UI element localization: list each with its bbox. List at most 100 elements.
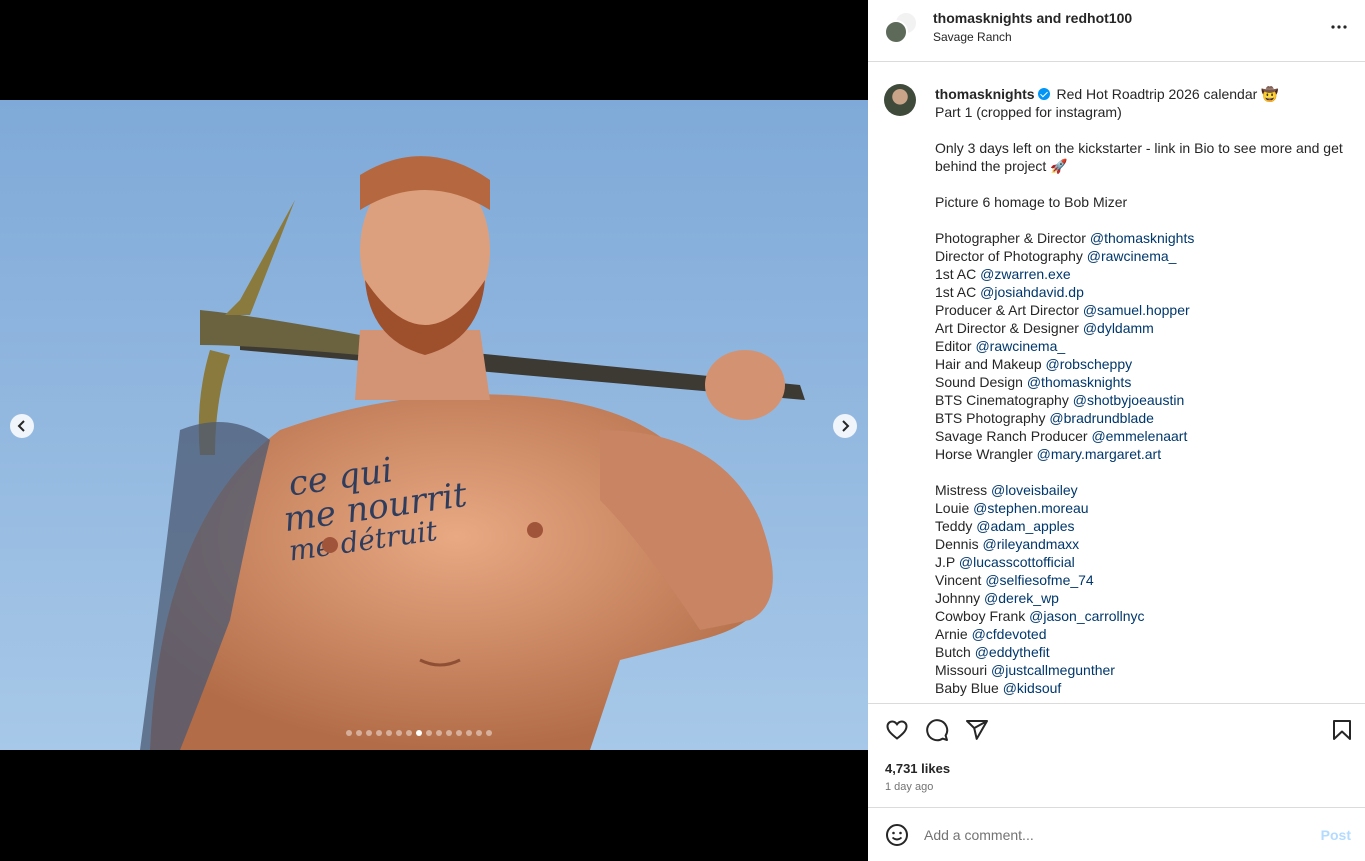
mention-link[interactable]: @mary.margaret.art [1037,446,1161,462]
caption-line [935,121,1353,139]
credit-line: Dennis @rileyandmaxx [935,535,1353,553]
credit-line: Editor @rawcinema_ [935,337,1353,355]
post-photo[interactable]: ce qui me nourrit me détruit [0,100,868,750]
credit-line: Producer & Art Director @samuel.hopper [935,301,1353,319]
credit-role: BTS Photography [935,410,1046,426]
credit-role: Editor [935,338,972,354]
mention-link[interactable]: @samuel.hopper [1083,302,1190,318]
emoji-icon[interactable] [885,823,909,847]
mention-link[interactable]: @loveisbailey [991,482,1078,498]
credit-line: BTS Cinematography @shotbyjoeaustin [935,391,1353,409]
credit-line: Sound Design @thomasknights [935,373,1353,391]
chevron-left-icon [17,420,25,432]
mention-link[interactable]: @shotbyjoeaustin [1073,392,1185,408]
carousel-dot [346,730,352,736]
carousel-dot [376,730,382,736]
mention-link[interactable]: @kidsouf [1003,680,1062,696]
more-options-button[interactable] [1327,15,1351,39]
caption-line: Part 1 (cropped for instagram) [935,104,1122,120]
mention-link[interactable]: @jason_carrollnyc [1029,608,1144,624]
credit-line: Butch @eddythefit [935,643,1353,661]
credit-role: Horse Wrangler [935,446,1033,462]
credit-role: Photographer & Director [935,230,1086,246]
mention-link[interactable]: @eddythefit [975,644,1050,660]
caption-username[interactable]: thomasknights [935,86,1035,102]
mention-link[interactable]: @rawcinema_ [1087,248,1177,264]
carousel-dot [456,730,462,736]
credit-line: Hair and Makeup @robscheppy [935,355,1353,373]
post-viewer: ce qui me nourrit me détruit thomasknigh… [0,0,1365,861]
credit-line: Photographer & Director @thomasknights [935,229,1353,247]
mention-link[interactable]: @justcallmegunther [991,662,1115,678]
credit-line: Missouri @justcallmegunther [935,661,1353,679]
likes-count[interactable]: 4,731 likes [885,761,950,776]
credit-line: 1st AC @zwarren.exe [935,265,1353,283]
post-timestamp[interactable]: 1 day ago [885,781,933,793]
credit-line: Art Director & Designer @dyldamm [935,319,1353,337]
post-authors[interactable]: thomasknights and redhot100 [933,10,1132,26]
carousel-dot [426,730,432,736]
mention-link[interactable]: @rawcinema_ [975,338,1065,354]
credit-role: BTS Cinematography [935,392,1069,408]
bookmark-icon[interactable] [1330,718,1354,742]
prev-photo-button[interactable] [10,414,34,438]
credit-line: Louie @stephen.moreau [935,499,1353,517]
caption: thomasknights Red Hot Roadtrip 2026 cale… [935,85,1353,697]
media-pane: ce qui me nourrit me détruit [0,0,868,861]
credit-role: Hair and Makeup [935,356,1042,372]
mention-link[interactable]: @derek_wp [984,590,1059,606]
caption-line: Only 3 days left on the kickstarter - li… [935,140,1343,156]
comment-icon[interactable] [925,718,949,742]
caption-scroll[interactable]: thomasknights Red Hot Roadtrip 2026 cale… [868,63,1365,703]
mention-link[interactable]: @dyldamm [1083,320,1154,336]
avatar [884,20,908,44]
more-icon [1331,25,1347,29]
credit-role: Cowboy Frank [935,608,1026,624]
mention-link[interactable]: @adam_apples [976,518,1074,534]
credit-line: Teddy @adam_apples [935,517,1353,535]
carousel-dot [476,730,482,736]
credit-role: Art Director & Designer [935,320,1079,336]
carousel-dot [436,730,442,736]
caption-line [935,211,1353,229]
mention-link[interactable]: @emmelenaart [1091,428,1187,444]
share-icon[interactable] [965,718,989,742]
carousel-dot [366,730,372,736]
mention-link[interactable]: @lucasscottofficial [959,554,1075,570]
credit-line: Baby Blue @kidsouf [935,679,1353,697]
mention-link[interactable]: @stephen.moreau [973,500,1088,516]
credit-role: Teddy [935,518,973,534]
credit-role: Louie [935,500,970,516]
post-side-panel: thomasknights and redhot100 Savage Ranch… [868,0,1365,861]
credit-role: 1st AC [935,266,977,282]
credit-line: Johnny @derek_wp [935,589,1353,607]
mention-link[interactable]: @bradrundblade [1049,410,1154,426]
credit-role: Mistress [935,482,988,498]
mention-link[interactable]: @josiahdavid.dp [980,284,1084,300]
mention-link[interactable]: @cfdevoted [972,626,1047,642]
mention-link[interactable]: @robscheppy [1046,356,1133,372]
avatar[interactable] [884,84,916,116]
heart-icon[interactable] [885,718,909,742]
comment-input[interactable] [924,822,1304,848]
credit-line: Cowboy Frank @jason_carrollnyc [935,607,1353,625]
carousel-dot [486,730,492,736]
mention-link[interactable]: @zwarren.exe [980,266,1070,282]
credit-role: J.P [935,554,955,570]
collab-avatars[interactable] [884,11,918,44]
credit-role: Missouri [935,662,988,678]
mention-link[interactable]: @selfiesofme_74 [985,572,1093,588]
mention-link[interactable]: @thomasknights [1027,374,1131,390]
credit-role: 1st AC [935,284,977,300]
credit-line: BTS Photography @bradrundblade [935,409,1353,427]
carousel-dot [466,730,472,736]
mention-link[interactable]: @thomasknights [1090,230,1194,246]
post-comment-button[interactable]: Post [1321,827,1351,843]
credit-line: 1st AC @josiahdavid.dp [935,283,1353,301]
credit-role: Vincent [935,572,982,588]
mention-link[interactable]: @rileyandmaxx [982,536,1079,552]
comment-bar: Post [868,807,1365,861]
next-photo-button[interactable] [833,414,857,438]
post-location[interactable]: Savage Ranch [933,30,1012,44]
